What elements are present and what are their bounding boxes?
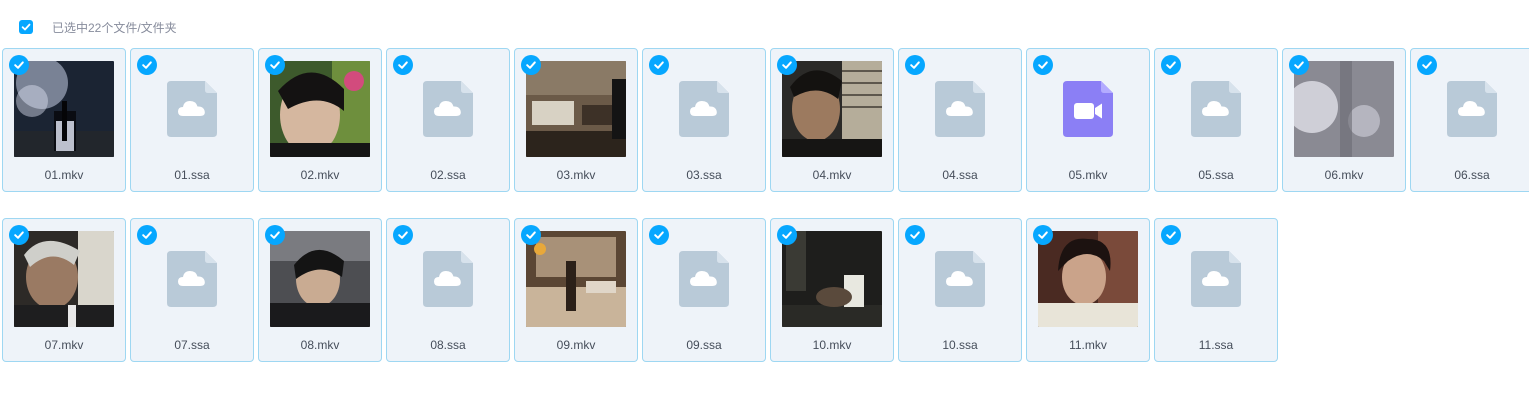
file-tile[interactable]: 06.mkv <box>1282 48 1406 192</box>
file-name-label: 11.ssa <box>1198 338 1234 352</box>
file-name-label: 10.ssa <box>942 338 978 352</box>
cloud-file-icon <box>1166 231 1266 327</box>
selected-check-icon[interactable] <box>1289 55 1309 75</box>
file-name-label: 02.mkv <box>300 168 340 182</box>
file-name-label: 07.mkv <box>44 338 84 352</box>
cloud-file-icon <box>910 61 1010 157</box>
cloud-file-icon <box>142 61 242 157</box>
cloud-file-icon <box>398 61 498 157</box>
video-thumbnail <box>1038 231 1138 327</box>
check-icon <box>21 23 31 31</box>
selected-check-icon[interactable] <box>905 225 925 245</box>
file-tile[interactable]: 09.ssa <box>642 218 766 362</box>
file-tile[interactable]: 02.mkv <box>258 48 382 192</box>
file-name-label: 09.mkv <box>556 338 596 352</box>
file-name-label: 03.mkv <box>556 168 596 182</box>
file-name-label: 06.mkv <box>1324 168 1364 182</box>
selected-check-icon[interactable] <box>521 225 541 245</box>
cloud-file-icon <box>398 231 498 327</box>
file-tile[interactable]: 05.mkv <box>1026 48 1150 192</box>
selection-count-label: 已选中22个文件/文件夹 <box>52 20 177 35</box>
file-name-label: 05.mkv <box>1068 168 1108 182</box>
file-name-label: 06.ssa <box>1454 168 1490 182</box>
file-tile[interactable]: 07.mkv <box>2 218 126 362</box>
selected-check-icon[interactable] <box>137 55 157 75</box>
selected-check-icon[interactable] <box>393 55 413 75</box>
selected-check-icon[interactable] <box>649 225 669 245</box>
cloud-file-icon <box>654 61 754 157</box>
selected-check-icon[interactable] <box>1417 55 1437 75</box>
video-thumbnail <box>14 61 114 157</box>
cloud-file-icon <box>654 231 754 327</box>
file-tile[interactable]: 10.mkv <box>770 218 894 362</box>
file-tile[interactable]: 01.ssa <box>130 48 254 192</box>
file-tile[interactable]: 11.mkv <box>1026 218 1150 362</box>
file-name-label: 07.ssa <box>174 338 210 352</box>
video-thumbnail <box>782 61 882 157</box>
file-tile[interactable]: 11.ssa <box>1154 218 1278 362</box>
file-name-label: 02.ssa <box>430 168 466 182</box>
file-name-label: 01.mkv <box>44 168 84 182</box>
file-tile[interactable]: 05.ssa <box>1154 48 1278 192</box>
file-tile[interactable]: 08.mkv <box>258 218 382 362</box>
selected-check-icon[interactable] <box>9 225 29 245</box>
selected-check-icon[interactable] <box>905 55 925 75</box>
selected-check-icon[interactable] <box>265 55 285 75</box>
selected-check-icon[interactable] <box>649 55 669 75</box>
file-name-label: 03.ssa <box>686 168 722 182</box>
file-tile[interactable]: 01.mkv <box>2 48 126 192</box>
file-name-label: 08.ssa <box>430 338 466 352</box>
cloud-file-icon <box>910 231 1010 327</box>
video-thumbnail <box>270 231 370 327</box>
selected-check-icon[interactable] <box>1033 55 1053 75</box>
file-tile[interactable]: 02.ssa <box>386 48 510 192</box>
selected-check-icon[interactable] <box>777 55 797 75</box>
file-name-label: 09.ssa <box>686 338 722 352</box>
selected-check-icon[interactable] <box>9 55 29 75</box>
file-grid: 01.mkv 01.ssa 02.mkv 02.ssa 03.mkv 03.ssa 04.m… <box>2 48 1529 362</box>
file-tile[interactable]: 04.ssa <box>898 48 1022 192</box>
selected-check-icon[interactable] <box>393 225 413 245</box>
video-thumbnail <box>526 231 626 327</box>
file-tile[interactable]: 07.ssa <box>130 218 254 362</box>
video-thumbnail <box>526 61 626 157</box>
video-thumbnail <box>14 231 114 327</box>
cloud-file-icon <box>1422 61 1522 157</box>
selection-toolbar: 已选中22个文件/文件夹 <box>19 19 177 35</box>
file-tile[interactable]: 03.ssa <box>642 48 766 192</box>
file-name-label: 08.mkv <box>300 338 340 352</box>
selected-check-icon[interactable] <box>1161 55 1181 75</box>
file-tile[interactable]: 10.ssa <box>898 218 1022 362</box>
video-thumbnail <box>1294 61 1394 157</box>
file-name-label: 10.mkv <box>812 338 852 352</box>
video-file-icon <box>1038 61 1138 157</box>
selected-check-icon[interactable] <box>265 225 285 245</box>
selected-check-icon[interactable] <box>521 55 541 75</box>
cloud-file-icon <box>142 231 242 327</box>
selected-check-icon[interactable] <box>1161 225 1181 245</box>
file-name-label: 11.mkv <box>1069 338 1107 352</box>
cloud-file-icon <box>1166 61 1266 157</box>
file-tile[interactable]: 08.ssa <box>386 218 510 362</box>
select-all-checkbox[interactable] <box>19 20 33 34</box>
file-name-label: 01.ssa <box>174 168 210 182</box>
video-thumbnail <box>782 231 882 327</box>
file-name-label: 04.mkv <box>812 168 852 182</box>
file-tile[interactable]: 03.mkv <box>514 48 638 192</box>
video-thumbnail <box>270 61 370 157</box>
selected-check-icon[interactable] <box>1033 225 1053 245</box>
file-tile[interactable]: 04.mkv <box>770 48 894 192</box>
selected-check-icon[interactable] <box>777 225 797 245</box>
selected-check-icon[interactable] <box>137 225 157 245</box>
file-name-label: 05.ssa <box>1198 168 1234 182</box>
file-name-label: 04.ssa <box>942 168 978 182</box>
file-tile[interactable]: 06.ssa <box>1410 48 1529 192</box>
file-tile[interactable]: 09.mkv <box>514 218 638 362</box>
